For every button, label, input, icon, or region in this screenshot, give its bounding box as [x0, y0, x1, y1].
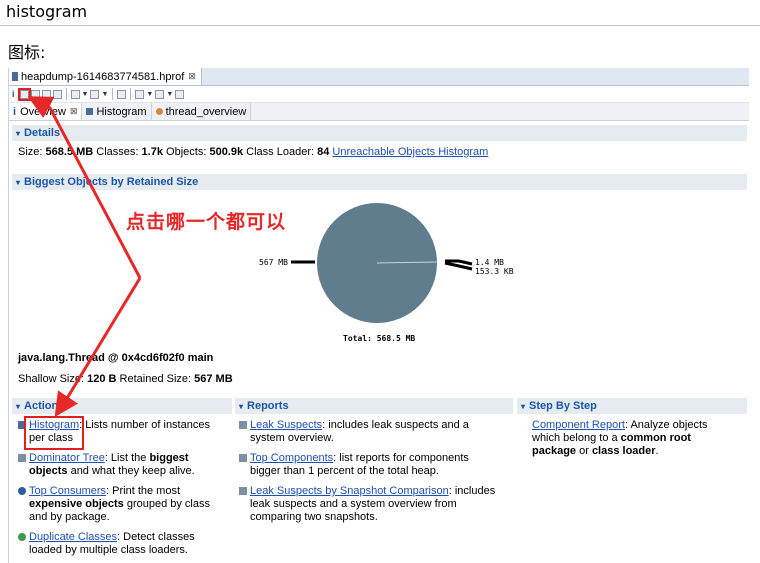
thread-object-label[interactable]: java.lang.Thread @ 0x4cd6f02f0 main	[18, 352, 213, 364]
snapshot-comparison-link[interactable]: Leak Suspects by Snapshot Comparison	[250, 485, 449, 497]
duplicate-classes-icon	[18, 533, 26, 541]
retained-size-pie-chart: 567 MB 1.4 MB 153.3 KB Total: 568.5 MB	[259, 203, 514, 343]
pie-label-main: 567 MB	[259, 258, 288, 267]
collapse-icon: ▾	[521, 401, 526, 411]
leak-suspects-link[interactable]: Leak Suspects	[250, 419, 322, 431]
annotation-text: 点击哪一个都可以	[126, 211, 287, 233]
step-by-step-list: Component Report: Analyze objects which …	[532, 419, 737, 465]
dominator-tree-icon	[18, 454, 26, 462]
pie-total-label: Total: 568.5 MB	[343, 334, 415, 343]
pie-label-small-1: 1.4 MB	[475, 258, 504, 267]
actions-title: Actions	[24, 400, 65, 412]
size-summary-line: Shallow Size: 120 B Retained Size: 567 M…	[18, 373, 233, 385]
top-consumers-bold: expensive objects	[29, 498, 124, 510]
component-report-end: .	[655, 445, 659, 457]
reports-title: Reports	[247, 400, 289, 412]
icon-subheading: 图标:	[8, 43, 46, 62]
list-item: Dominator Tree: List the biggest objects…	[18, 452, 223, 478]
heading-divider	[0, 25, 760, 26]
list-item: Leak Suspects: includes leak suspects an…	[239, 419, 501, 445]
list-item: Component Report: Analyze objects which …	[532, 419, 737, 458]
top-components-link[interactable]: Top Components	[250, 452, 333, 464]
dominator-tree-link[interactable]: Dominator Tree	[29, 452, 105, 464]
dominator-tree-description: : List the	[104, 452, 150, 464]
step-by-step-title: Step By Step	[529, 400, 597, 412]
report-icon	[239, 454, 247, 462]
component-report-link[interactable]: Component Report	[532, 419, 625, 431]
actions-section-header[interactable]: ▾ Actions	[12, 398, 232, 414]
reports-section-header[interactable]: ▾ Reports	[235, 398, 513, 414]
top-consumers-icon	[18, 487, 26, 495]
reports-list: Leak Suspects: includes leak suspects an…	[239, 419, 501, 531]
duplicate-classes-link[interactable]: Duplicate Classes	[29, 531, 117, 543]
top-consumers-link[interactable]: Top Consumers	[29, 485, 106, 497]
top-consumers-description: : Print the most	[106, 485, 181, 497]
dominator-tree-description-end: and what they keep alive.	[67, 465, 195, 477]
list-item: Top Consumers: Print the most expensive …	[18, 485, 223, 524]
collapse-icon: ▾	[239, 401, 244, 411]
retained-size-label: Retained Size:	[119, 373, 192, 385]
step-by-step-section-header[interactable]: ▾ Step By Step	[517, 398, 747, 414]
collapse-icon: ▾	[16, 401, 21, 411]
page-heading: histogram	[6, 2, 88, 21]
list-item: Top Components: list reports for compone…	[239, 452, 501, 478]
shallow-size-label: Shallow Size:	[18, 373, 85, 385]
component-report-bold-2: class loader	[591, 445, 656, 457]
list-item: Leak Suspects by Snapshot Comparison: in…	[239, 485, 501, 524]
shallow-size-value: 120 B	[87, 373, 117, 385]
component-report-mid: or	[576, 445, 592, 457]
eclipse-mat-screenshot: heapdump-1614683774581.hprof ⊠ i ▼ ▼ ▼ ▼…	[8, 68, 749, 563]
retained-size-value: 567 MB	[194, 373, 233, 385]
list-item: Duplicate Classes: Detect classes loaded…	[18, 531, 223, 557]
histogram-highlight-box	[24, 416, 84, 450]
report-icon	[239, 421, 247, 429]
report-icon	[239, 487, 247, 495]
pie-label-small-2: 153.3 KB	[475, 267, 514, 276]
